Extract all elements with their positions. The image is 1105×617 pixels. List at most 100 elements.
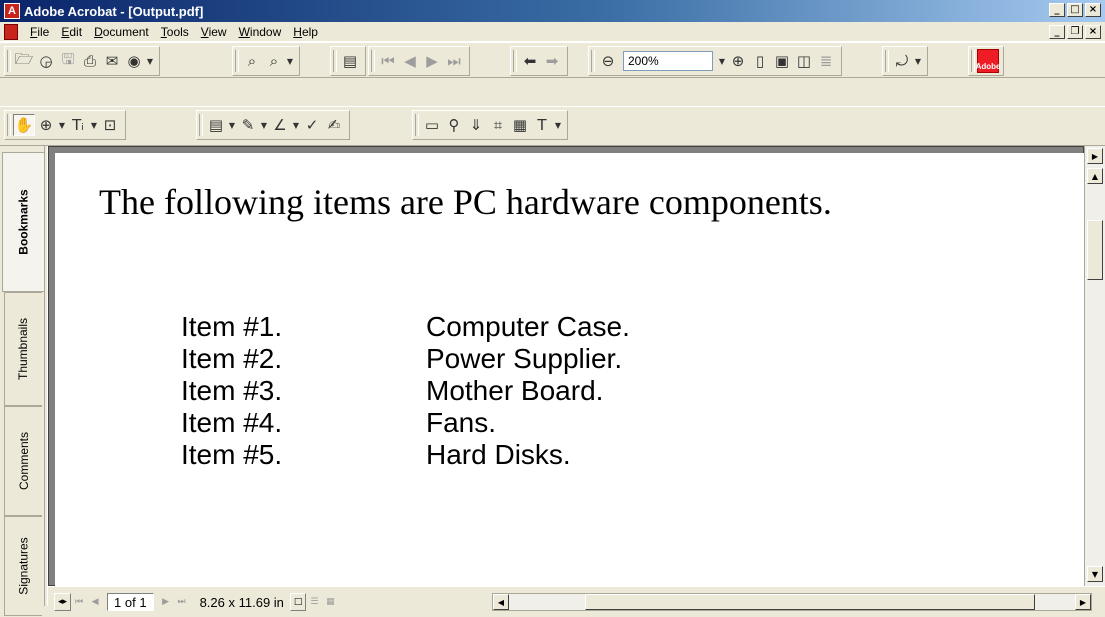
search-icon[interactable]: ⌕ (241, 50, 263, 72)
split-icon[interactable]: ◂▸ (54, 593, 72, 611)
document-view[interactable]: The following items are PC hardware comp… (48, 146, 1085, 587)
touchup-text-tool-icon[interactable]: T (531, 114, 553, 136)
adobe-logo-icon[interactable]: Adobe (976, 49, 1000, 73)
last-page-icon[interactable]: ⏭ (174, 593, 190, 611)
tab-bookmarks[interactable]: Bookmarks (2, 152, 44, 292)
adobe-toolbar: Adobe (968, 46, 1004, 76)
menu-tools[interactable]: Tools (155, 25, 195, 39)
zoom-out-icon[interactable]: ⊖ (597, 50, 619, 72)
last-page-icon[interactable]: ⏭ (443, 50, 465, 72)
chevron-down-icon[interactable]: ▼ (259, 121, 269, 130)
doc-restore-button[interactable]: ❐ (1067, 25, 1083, 39)
search-toolbar: ⌕ ⌕ ▼ (232, 46, 300, 76)
open-icon[interactable]: 🗁 (13, 50, 35, 72)
next-page-icon[interactable]: ▶ (421, 50, 443, 72)
pencil-tool-icon[interactable]: ✎ (237, 114, 259, 136)
continuous-icon[interactable]: ☰ (306, 593, 322, 611)
text-select-tool-icon[interactable]: Tᵢ (67, 114, 89, 136)
navigation-pane-icon[interactable]: ▤ (339, 50, 361, 72)
link-tool-icon[interactable]: ⚲ (443, 114, 465, 136)
crop-tool-icon[interactable]: ⌗ (487, 114, 509, 136)
hand-tool-icon[interactable]: ✋ (13, 114, 35, 136)
next-page-icon[interactable]: ▶ (158, 593, 174, 611)
tab-signatures[interactable]: Signatures (4, 516, 42, 616)
vertical-scrollbar[interactable]: ▶ ▲ ▼ (1084, 146, 1105, 586)
chevron-down-icon[interactable]: ▼ (57, 121, 67, 130)
reflow-icon[interactable]: ≣ (815, 50, 837, 72)
find-icon[interactable]: ⌕ (263, 50, 285, 72)
tab-thumbnails[interactable]: Thumbnails (4, 292, 42, 406)
fit-page-icon[interactable]: ▣ (771, 50, 793, 72)
maximize-button[interactable]: □ (1067, 3, 1083, 17)
web-capture-icon[interactable]: ◉ (123, 50, 145, 72)
page-number-field[interactable]: 1 of 1 (107, 593, 154, 611)
first-page-icon[interactable]: ⏮ (71, 593, 87, 611)
note-tool-icon[interactable]: ▤ (205, 114, 227, 136)
item-text: Fans. (426, 407, 497, 438)
list-item: Item #5. Hard Disks. (181, 439, 630, 471)
document-icon[interactable] (4, 23, 18, 40)
previous-view-icon[interactable]: ⬅ (519, 50, 541, 72)
list-item: Item #4. Fans. (181, 407, 630, 439)
organizer-icon[interactable]: ◶ (35, 50, 57, 72)
chevron-down-icon[interactable]: ▼ (145, 57, 155, 66)
chevron-down-icon[interactable]: ▼ (913, 57, 923, 66)
previous-page-icon[interactable]: ◀ (399, 50, 421, 72)
item-number: Item #1. (181, 311, 283, 342)
vertical-scroll-thumb[interactable] (1087, 220, 1103, 280)
sign-tool-icon[interactable]: ✍ (323, 114, 345, 136)
menu-file[interactable]: File (24, 25, 55, 39)
doc-minimize-button[interactable]: _ (1049, 25, 1065, 39)
chevron-down-icon[interactable]: ▼ (227, 121, 237, 130)
zoom-level-input[interactable]: 200% (623, 51, 713, 71)
movie-tool-icon[interactable]: ▭ (421, 114, 443, 136)
menu-edit[interactable]: Edit (55, 25, 88, 39)
single-page-icon[interactable]: □ (289, 593, 307, 611)
editing-tools-toolbar: ▭ ⚲ ⇓ ⌗ ▦ T ▼ (412, 110, 568, 140)
save-icon[interactable]: 🖫 (57, 50, 79, 72)
print-icon[interactable]: ⎙ (79, 50, 101, 72)
scroll-right-icon[interactable]: ▶ (1075, 594, 1091, 610)
next-view-icon[interactable]: ➡ (541, 50, 563, 72)
scroll-down-icon[interactable]: ▼ (1087, 566, 1103, 582)
chevron-down-icon[interactable]: ▼ (285, 57, 295, 66)
menu-help[interactable]: Help (287, 25, 324, 39)
scroll-right-icon[interactable]: ▶ (1087, 148, 1103, 164)
acrobat-app-icon[interactable]: A (4, 3, 20, 19)
horizontal-scroll-thumb[interactable] (585, 594, 1035, 610)
facing-icon[interactable]: ▦ (322, 593, 338, 611)
email-icon[interactable]: ✉ (101, 50, 123, 72)
pdf-page[interactable]: The following items are PC hardware comp… (55, 153, 1085, 587)
spell-check-icon[interactable]: ✓ (301, 114, 323, 136)
doc-close-button[interactable]: × (1085, 25, 1101, 39)
zoom-in-icon[interactable]: ⊕ (727, 50, 749, 72)
snapshot-tool-icon[interactable]: ⊡ (99, 114, 121, 136)
fit-width-icon[interactable]: ◫ (793, 50, 815, 72)
menu-view[interactable]: View (195, 25, 233, 39)
chevron-down-icon[interactable]: ▼ (717, 57, 727, 66)
scroll-up-icon[interactable]: ▲ (1087, 168, 1103, 184)
comment-tools-toolbar: ▤ ▼ ✎ ▼ ∠ ▼ ✓ ✍ (196, 110, 350, 140)
navigation-panel: Bookmarks Thumbnails Comments Signatures (0, 146, 48, 617)
title-bar: A Adobe Acrobat - [Output.pdf] _ □ × (0, 0, 1105, 22)
minimize-button[interactable]: _ (1049, 3, 1065, 17)
tab-comments[interactable]: Comments (4, 406, 42, 516)
actual-size-icon[interactable]: ▯ (749, 50, 771, 72)
menu-document[interactable]: Document (88, 25, 155, 39)
article-tool-icon[interactable]: ⇓ (465, 114, 487, 136)
menu-window[interactable]: Window (233, 25, 288, 39)
nav-pane-toolbar: ▤ (330, 46, 366, 76)
line-tool-icon[interactable]: ∠ (269, 114, 291, 136)
chevron-down-icon[interactable]: ▼ (89, 121, 99, 130)
horizontal-scrollbar[interactable]: ◀ ▶ (492, 593, 1092, 611)
form-tool-icon[interactable]: ▦ (509, 114, 531, 136)
zoom-tool-icon[interactable]: ⊕ (35, 114, 57, 136)
first-page-icon[interactable]: ⏮ (377, 50, 399, 72)
close-button[interactable]: × (1085, 3, 1101, 17)
rotate-view-icon[interactable]: ⤾ (891, 50, 913, 72)
chevron-down-icon[interactable]: ▼ (291, 121, 301, 130)
scroll-left-icon[interactable]: ◀ (493, 594, 509, 610)
previous-page-icon[interactable]: ◀ (87, 593, 103, 611)
chevron-down-icon[interactable]: ▼ (553, 121, 563, 130)
item-number: Item #3. (181, 375, 283, 406)
